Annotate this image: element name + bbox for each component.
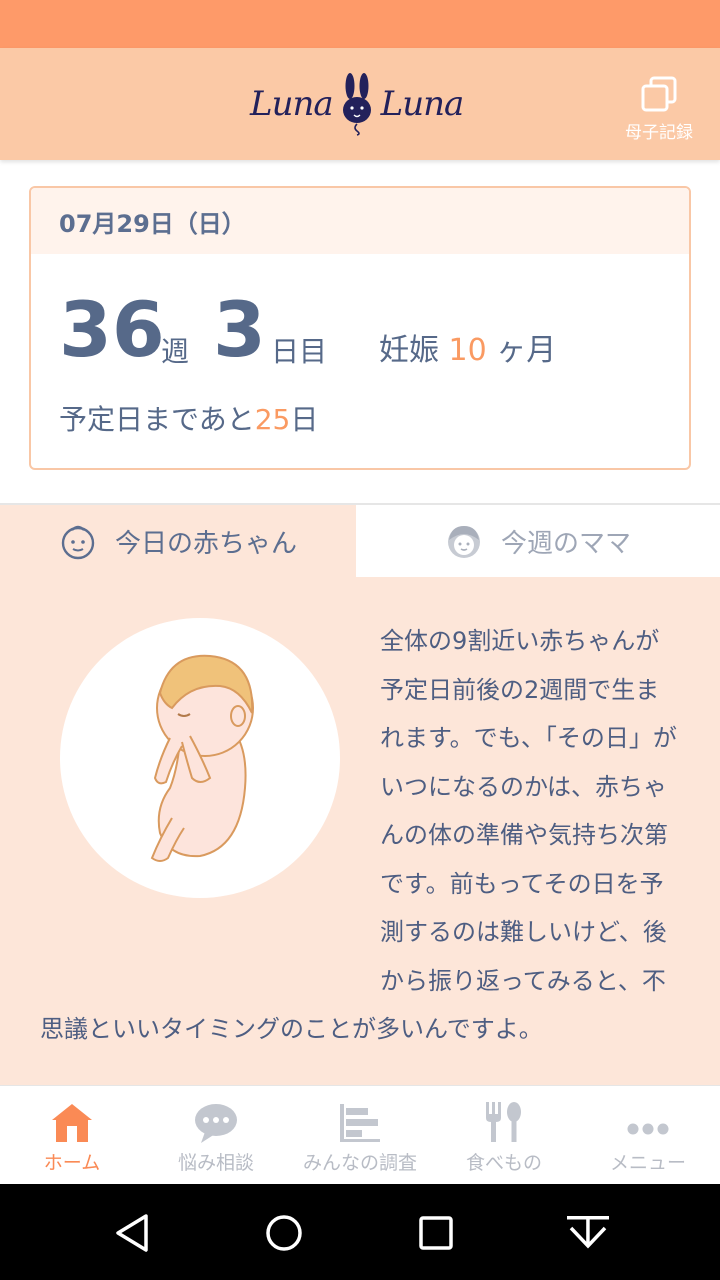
pregnancy-month: 妊娠 10 ヶ月 bbox=[379, 336, 556, 366]
copy-pages-icon bbox=[641, 76, 677, 112]
rabbit-logo-icon bbox=[342, 73, 371, 136]
days-remaining: 予定日まであと25日 bbox=[59, 406, 318, 434]
current-date: 07月29日（日） bbox=[59, 209, 246, 238]
days-unit: 日目 bbox=[271, 335, 328, 368]
home-icon bbox=[52, 1104, 92, 1142]
nav-consultation-label: 悩み相談 bbox=[177, 1152, 254, 1174]
tab-this-week-mama-label: 今週のママ bbox=[500, 528, 631, 559]
nav-menu-label: メニュー bbox=[609, 1152, 686, 1174]
illustration-spacer bbox=[40, 617, 380, 957]
tab-this-week-mama[interactable]: 今週のママ bbox=[356, 505, 720, 577]
logo-text-right: Luna bbox=[380, 84, 465, 124]
article-body: 全体の9割近い赤ちゃんが予定日前後の2週間で生まれます。でも、「その日」がいつに… bbox=[40, 617, 680, 1054]
card-header: 07月29日（日） bbox=[31, 188, 689, 254]
nav-home[interactable]: ホーム bbox=[0, 1086, 144, 1184]
month-suffix: ヶ月 bbox=[496, 333, 557, 368]
card-body: 36 週 3 日目 妊娠 10 ヶ月 予定日まであと25日 bbox=[31, 254, 689, 468]
mama-face-icon bbox=[447, 526, 480, 558]
tab-today-baby-label: 今日の赤ちゃん bbox=[114, 528, 297, 559]
nav-food[interactable]: 食べもの bbox=[432, 1086, 576, 1184]
status-bar bbox=[0, 0, 720, 48]
tab-today-baby[interactable]: 今日の赤ちゃん bbox=[0, 505, 356, 577]
remaining-days-number: 25 bbox=[254, 403, 291, 436]
pregnancy-status-card: 07月29日（日） 36 週 3 日目 妊娠 10 ヶ月 予定日まであと25日 bbox=[29, 186, 691, 470]
recents-icon[interactable] bbox=[411, 1208, 461, 1258]
more-dots-icon bbox=[627, 1123, 669, 1135]
nav-menu[interactable]: メニュー bbox=[576, 1086, 720, 1184]
month-prefix: 妊娠 bbox=[379, 333, 439, 368]
nav-food-label: 食べもの bbox=[465, 1152, 542, 1174]
app-bar: Luna Luna 母子記録 bbox=[0, 48, 720, 160]
system-navigation-bar bbox=[0, 1184, 720, 1280]
info-tabs: 今日の赤ちゃん 今週のママ bbox=[0, 505, 720, 577]
mother-child-record-button[interactable]: 母子記録 bbox=[614, 72, 704, 143]
bottom-navigation: ホーム 悩み相談 みんなの調査 食べもの メニュー bbox=[0, 1085, 720, 1184]
luna-luna-logo[interactable]: Luna Luna bbox=[250, 72, 465, 136]
record-button-label: 母子記録 bbox=[625, 123, 693, 143]
weeks-number: 36 bbox=[59, 285, 165, 374]
nav-consultation[interactable]: 悩み相談 bbox=[144, 1086, 288, 1184]
nav-survey-label: みんなの調査 bbox=[302, 1152, 417, 1174]
chat-bubble-icon bbox=[195, 1104, 237, 1143]
remaining-prefix: 予定日まであと bbox=[59, 403, 255, 436]
article-section: 全体の9割近い赤ちゃんが予定日前後の2週間で生まれます。でも、「その日」がいつに… bbox=[0, 577, 720, 1085]
nav-survey[interactable]: みんなの調査 bbox=[288, 1086, 432, 1184]
weeks-unit: 週 bbox=[161, 335, 190, 368]
month-number: 10 bbox=[448, 333, 487, 368]
remaining-suffix: 日 bbox=[290, 403, 319, 436]
nav-home-label: ホーム bbox=[43, 1152, 101, 1174]
baby-face-icon bbox=[61, 525, 95, 560]
fork-spoon-icon bbox=[486, 1102, 521, 1142]
home-circle-icon[interactable] bbox=[259, 1208, 309, 1258]
days-number: 3 bbox=[213, 285, 266, 374]
back-icon[interactable] bbox=[108, 1208, 158, 1258]
bar-chart-icon bbox=[340, 1104, 380, 1142]
hide-keyboard-icon[interactable] bbox=[563, 1208, 613, 1258]
logo-text-left: Luna bbox=[250, 84, 334, 124]
